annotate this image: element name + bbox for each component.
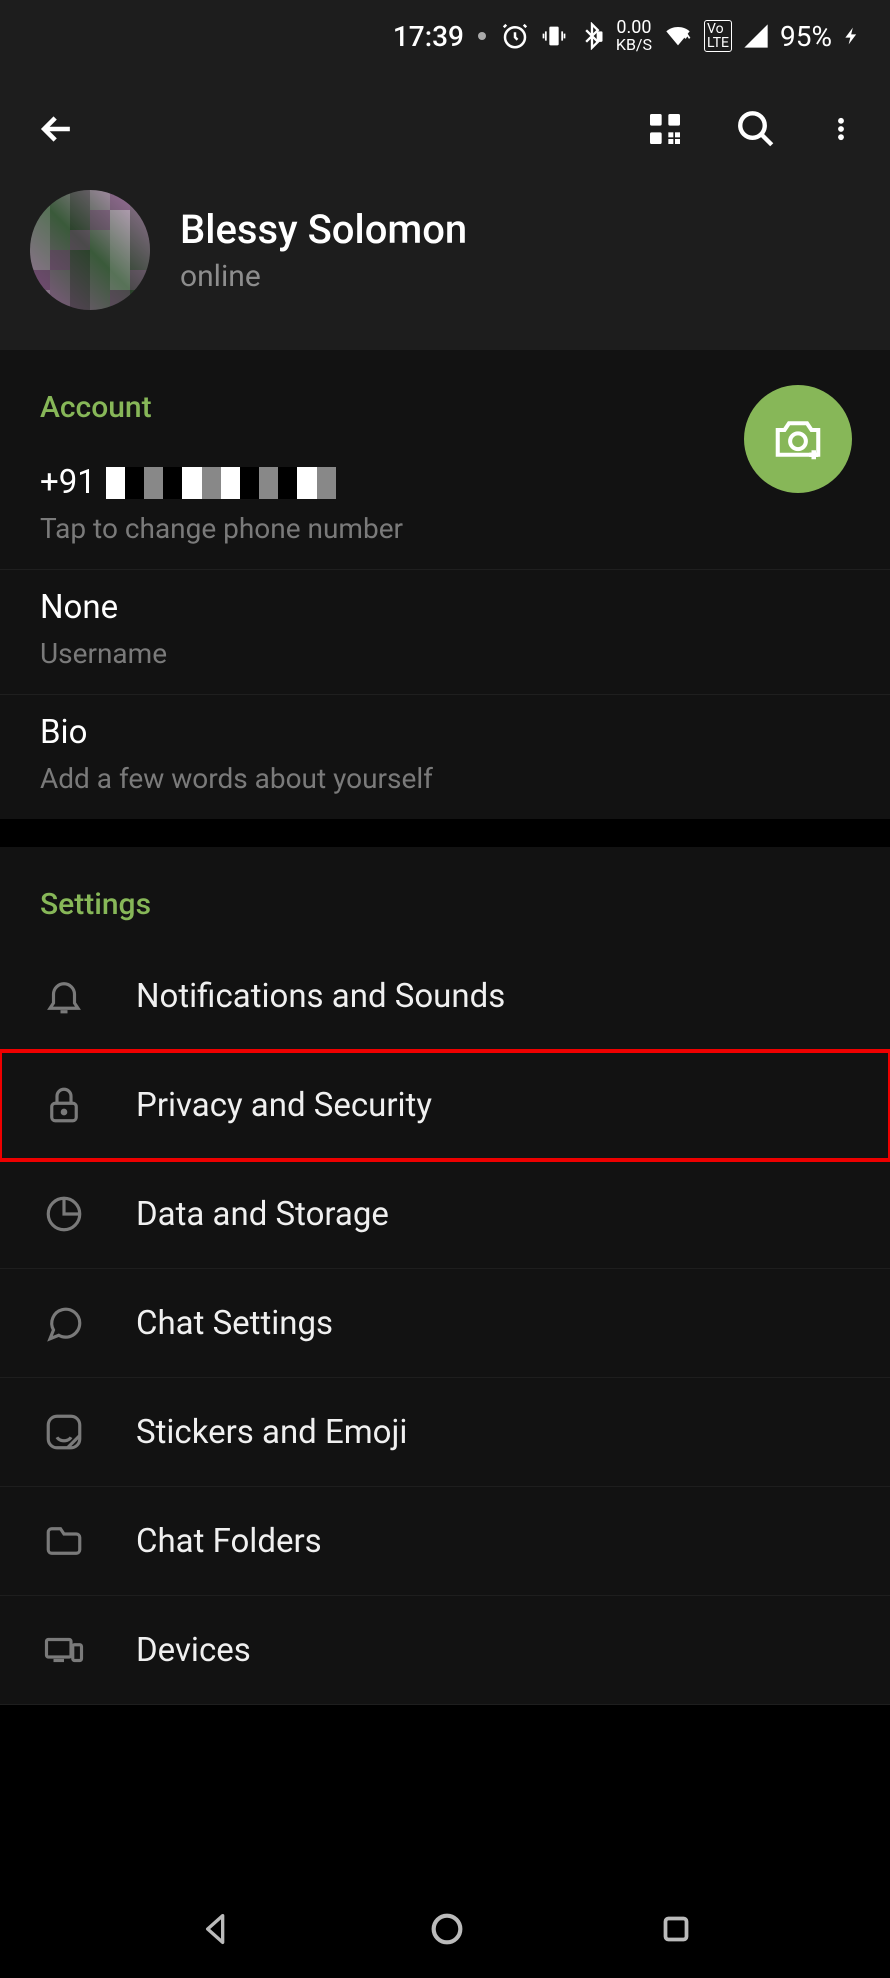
settings-label: Chat Settings — [136, 1304, 333, 1343]
folder-icon — [40, 1517, 88, 1565]
wifi-icon — [662, 22, 694, 50]
status-icons: 0.00 KB/S VoLTE 95% — [500, 19, 862, 53]
volte-icon: VoLTE — [704, 20, 732, 52]
status-bar: 17:39 0.00 KB/S VoLTE 95% — [0, 0, 890, 72]
content: Account +91 Tap to change phone number N… — [0, 350, 890, 1705]
chat-icon — [40, 1299, 88, 1347]
settings-item-notifications[interactable]: Notifications and Sounds — [0, 942, 890, 1051]
status-time: 17:39 — [393, 20, 464, 53]
status-dot — [478, 32, 486, 40]
settings-item-stickers[interactable]: Stickers and Emoji — [0, 1378, 890, 1487]
search-button[interactable] — [735, 108, 777, 154]
bio-sub: Add a few words about yourself — [40, 762, 850, 795]
charging-icon — [842, 22, 862, 50]
pie-icon — [40, 1190, 88, 1238]
profile-name: Blessy Solomon — [180, 206, 467, 253]
lock-icon — [40, 1081, 88, 1129]
settings-item-chat-settings[interactable]: Chat Settings — [0, 1269, 890, 1378]
header: Blessy Solomon online — [0, 72, 890, 350]
change-photo-button[interactable] — [744, 385, 852, 493]
nav-recent-button[interactable] — [658, 1911, 694, 1951]
qr-code-button[interactable] — [645, 109, 685, 153]
settings-item-data-storage[interactable]: Data and Storage — [0, 1160, 890, 1269]
phone-sub: Tap to change phone number — [40, 512, 850, 545]
phone-number-censored — [106, 467, 336, 499]
devices-icon — [40, 1626, 88, 1674]
navigation-bar — [0, 1883, 890, 1978]
profile-info: Blessy Solomon online — [180, 206, 467, 294]
signal-icon — [742, 22, 770, 50]
sticker-icon — [40, 1408, 88, 1456]
bio-value: Bio — [40, 713, 850, 752]
camera-add-icon — [771, 412, 825, 466]
toolbar — [30, 97, 860, 180]
battery-percent: 95% — [780, 20, 832, 53]
settings-item-privacy[interactable]: Privacy and Security — [0, 1051, 890, 1160]
username-value: None — [40, 588, 850, 627]
nav-back-button[interactable] — [196, 1909, 236, 1953]
data-rate: 0.00 KB/S — [616, 19, 652, 53]
settings-header: Settings — [0, 847, 890, 942]
bell-icon — [40, 972, 88, 1020]
settings-item-devices[interactable]: Devices — [0, 1596, 890, 1705]
vibrate-icon — [540, 22, 568, 50]
settings-label: Privacy and Security — [136, 1086, 432, 1125]
settings-label: Data and Storage — [136, 1195, 389, 1234]
settings-item-chat-folders[interactable]: Chat Folders — [0, 1487, 890, 1596]
settings-label: Stickers and Emoji — [136, 1413, 407, 1452]
profile-section: Blessy Solomon online — [30, 180, 860, 350]
phone-prefix: +91 — [40, 463, 96, 502]
nav-home-button[interactable] — [427, 1909, 467, 1953]
section-divider — [0, 819, 890, 847]
settings-section: Settings Notifications and Sounds Privac… — [0, 847, 890, 1705]
settings-label: Chat Folders — [136, 1522, 322, 1561]
back-button[interactable] — [35, 107, 79, 155]
avatar[interactable] — [30, 190, 150, 310]
more-options-button[interactable] — [827, 108, 855, 154]
bio-item[interactable]: Bio Add a few words about yourself — [0, 695, 890, 819]
username-sub: Username — [40, 637, 850, 670]
settings-label: Devices — [136, 1631, 251, 1670]
profile-status: online — [180, 259, 467, 294]
bluetooth-icon — [578, 22, 606, 50]
settings-label: Notifications and Sounds — [136, 977, 505, 1016]
username-item[interactable]: None Username — [0, 570, 890, 695]
alarm-icon — [500, 21, 530, 51]
